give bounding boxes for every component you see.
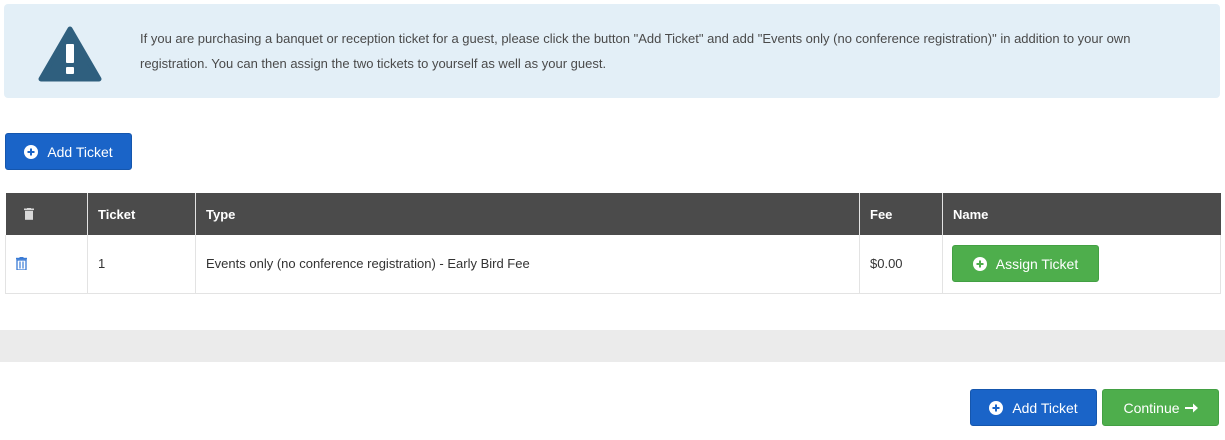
- add-ticket-label: Add Ticket: [1012, 399, 1078, 416]
- table-header-row: Ticket Type Fee Name: [5, 193, 1221, 235]
- alert-message: If you are purchasing a banquet or recep…: [140, 31, 1131, 71]
- delete-cell: [5, 235, 88, 294]
- header-delete-column: [5, 193, 88, 235]
- info-alert: If you are purchasing a banquet or recep…: [4, 4, 1220, 98]
- plus-circle-icon: [972, 256, 987, 271]
- header-ticket: Ticket: [87, 193, 196, 235]
- warning-triangle-icon: [38, 26, 102, 82]
- section-divider: [0, 330, 1225, 362]
- ticket-type: Events only (no conference registration)…: [195, 235, 860, 294]
- assign-ticket-button[interactable]: Assign Ticket: [952, 245, 1099, 282]
- plus-circle-icon: [989, 400, 1004, 415]
- header-type: Type: [195, 193, 860, 235]
- arrow-right-icon: [1184, 403, 1198, 412]
- continue-label: Continue: [1123, 399, 1180, 416]
- plus-circle-icon: [24, 144, 39, 159]
- trash-icon[interactable]: [16, 257, 27, 271]
- continue-button[interactable]: Continue: [1102, 389, 1219, 426]
- tickets-table: Ticket Type Fee Name 1 Events only (no c…: [5, 193, 1221, 294]
- ticket-fee: $0.00: [859, 235, 943, 294]
- header-fee: Fee: [859, 193, 943, 235]
- name-cell: Assign Ticket: [942, 235, 1221, 294]
- add-ticket-button-bottom[interactable]: Add Ticket: [970, 389, 1097, 426]
- header-name: Name: [942, 193, 1221, 235]
- ticket-number: 1: [87, 235, 196, 294]
- add-ticket-label: Add Ticket: [47, 143, 113, 160]
- table-row: 1 Events only (no conference registratio…: [5, 235, 1221, 294]
- add-ticket-button-top[interactable]: Add Ticket: [5, 133, 132, 170]
- trash-icon: [23, 208, 34, 220]
- assign-ticket-label: Assign Ticket: [995, 255, 1079, 272]
